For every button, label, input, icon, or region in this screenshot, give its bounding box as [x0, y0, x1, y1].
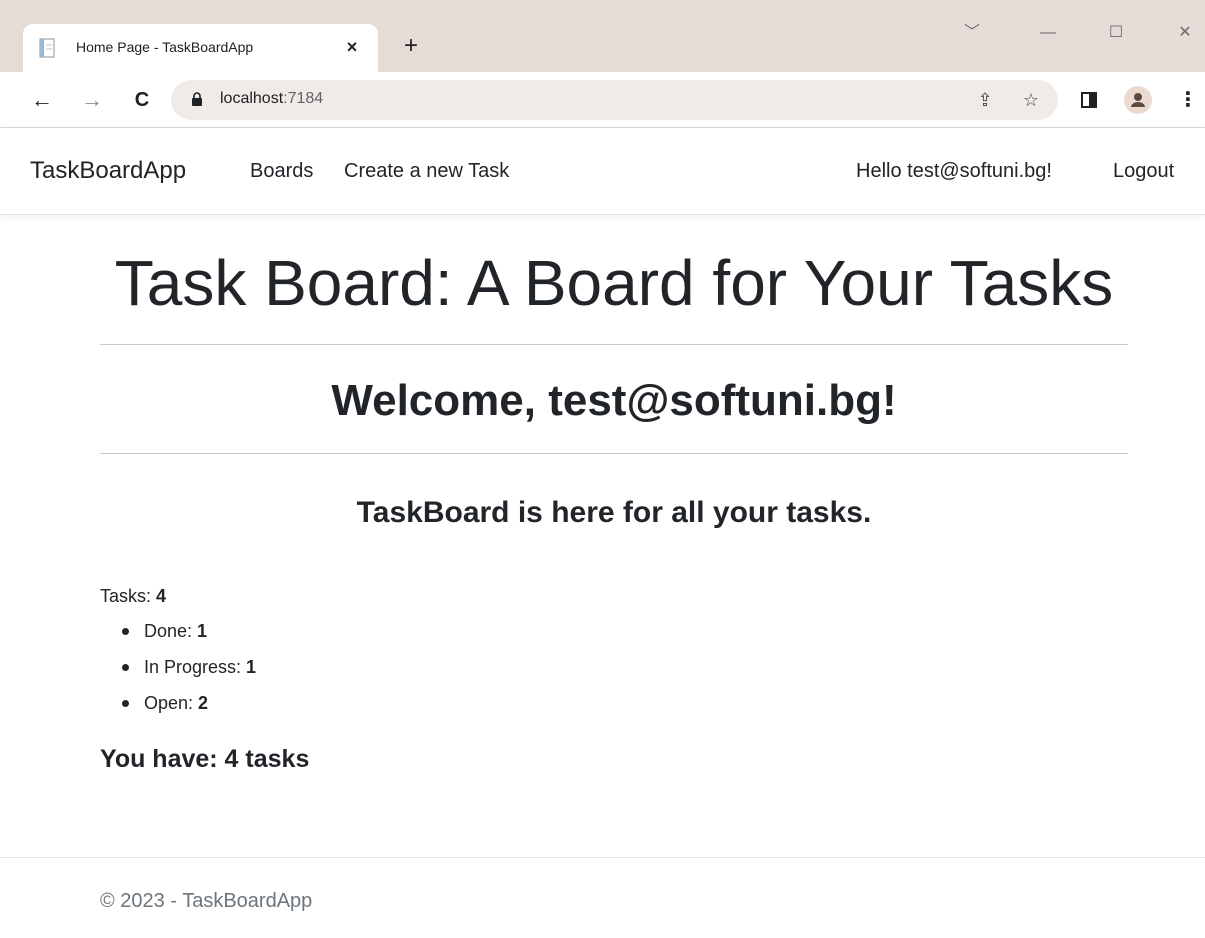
tagline-heading: TaskBoard is here for all your tasks. [356, 496, 872, 529]
new-tab-button[interactable]: + [398, 34, 424, 60]
stat-value: 1 [197, 621, 208, 641]
url-text[interactable]: localhost:7184 [220, 90, 323, 108]
list-item: In Progress: 1 [118, 656, 256, 692]
tasks-label: Tasks: [100, 586, 157, 606]
stat-label: Done: [144, 621, 198, 641]
stat-value: 2 [198, 693, 209, 713]
lock-icon[interactable] [191, 92, 203, 106]
app-navbar: TaskBoardApp Boards Create a new Task He… [0, 129, 1205, 215]
browser-toolbar: ← → C localhost:7184 ⇪ ☆ ⋮ [0, 72, 1205, 128]
list-item: Done: 1 [118, 620, 256, 656]
browser-tab-active[interactable]: Home Page - TaskBoardApp × [23, 24, 378, 72]
nav-logout[interactable]: Logout [1113, 160, 1174, 183]
reload-icon[interactable]: C [128, 86, 156, 114]
minimize-button[interactable]: — [1033, 20, 1063, 46]
address-bar[interactable]: localhost:7184 ⇪ ☆ [171, 80, 1058, 120]
stat-value: 1 [246, 657, 257, 677]
share-icon[interactable]: ⇪ [973, 88, 997, 112]
browser-tabstrip: Home Page - TaskBoardApp × + ﹀ — ☐ ✕ [0, 0, 1205, 72]
divider [100, 344, 1128, 345]
page-title: Task Board: A Board for Your Tasks [114, 247, 1114, 319]
profile-avatar-icon[interactable] [1124, 86, 1152, 114]
nav-link-boards[interactable]: Boards [250, 160, 313, 183]
tab-title: Home Page - TaskBoardApp [76, 39, 254, 55]
footer-text: © 2023 - TaskBoardApp [100, 890, 313, 912]
tasks-count: 4 [156, 586, 167, 606]
tasks-total: Tasks: 4 [100, 586, 166, 607]
close-tab-icon[interactable]: × [341, 35, 363, 59]
tasks-summary: You have: 4 tasks [100, 745, 310, 773]
maximize-button[interactable]: ☐ [1101, 20, 1131, 46]
url-port: :7184 [283, 90, 324, 107]
bookmark-star-icon[interactable]: ☆ [1019, 88, 1043, 112]
nav-link-create-task[interactable]: Create a new Task [344, 160, 509, 183]
forward-icon[interactable]: → [78, 86, 106, 114]
back-icon[interactable]: ← [28, 86, 56, 114]
stat-label: Open: [144, 693, 199, 713]
page-icon [39, 38, 55, 58]
welcome-heading: Welcome, test@softuni.bg! [331, 376, 897, 425]
footer-divider [0, 857, 1205, 858]
side-panel-icon[interactable] [1075, 86, 1103, 114]
list-item: Open: 2 [118, 692, 256, 728]
brand-link[interactable]: TaskBoardApp [30, 157, 186, 185]
browser-menu-icon[interactable]: ⋮ [1174, 86, 1202, 114]
stat-label: In Progress: [144, 657, 247, 677]
nav-greeting[interactable]: Hello test@softuni.bg! [856, 160, 1052, 183]
divider [100, 453, 1128, 454]
url-host: localhost [220, 90, 284, 107]
window-close-button[interactable]: ✕ [1170, 20, 1200, 46]
task-stats-list: Done: 1 In Progress: 1 Open: 2 [118, 620, 256, 728]
tab-search-icon[interactable]: ﹀ [957, 20, 987, 46]
